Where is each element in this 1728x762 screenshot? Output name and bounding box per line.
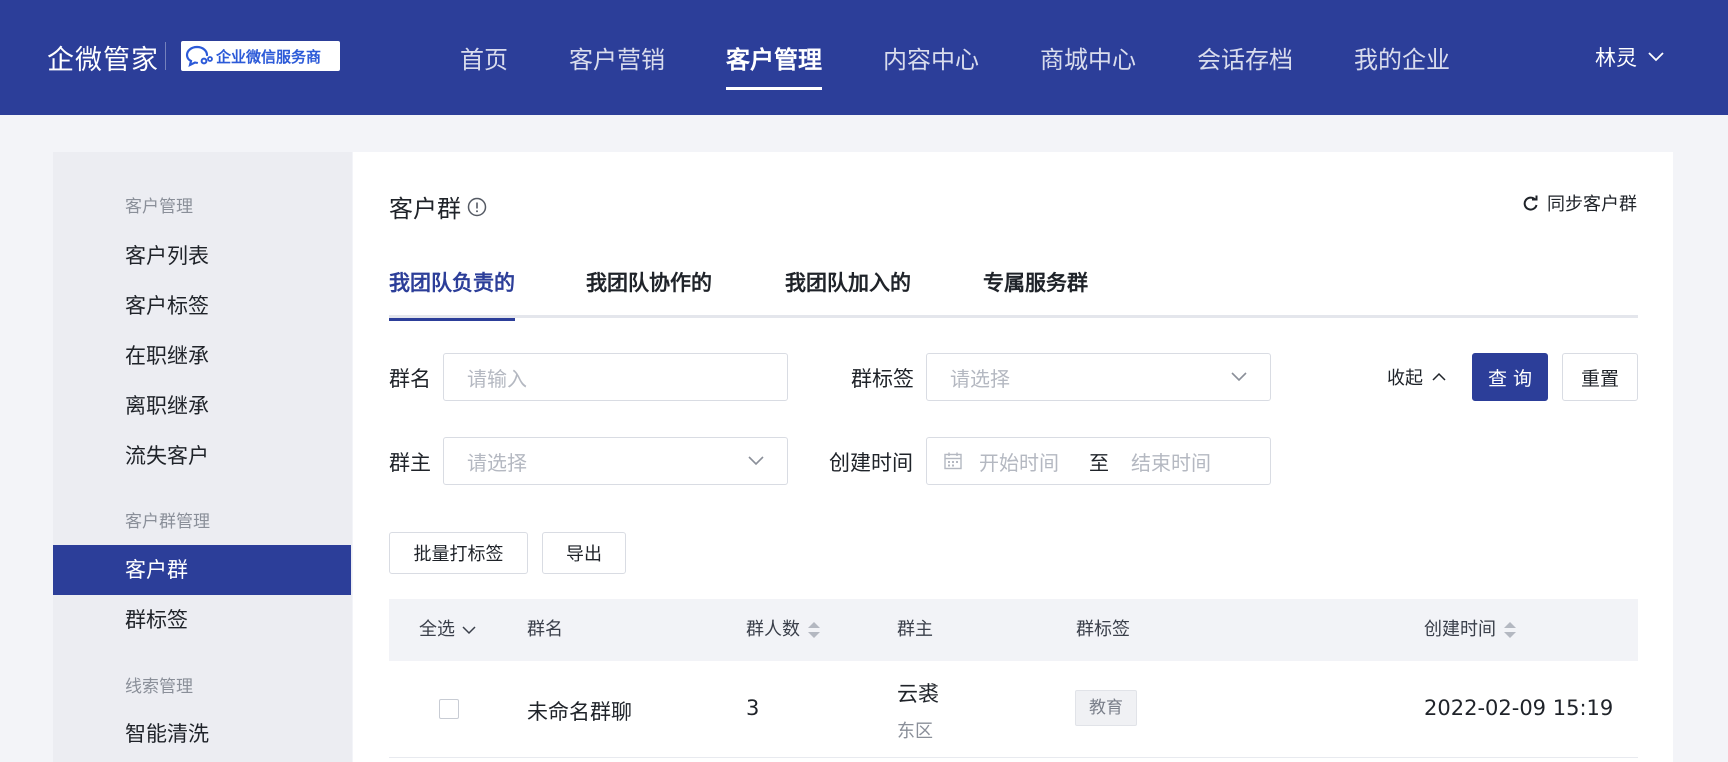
cell-owner: 云裘 — [897, 682, 939, 706]
chevron-down-icon — [462, 626, 476, 635]
collapse-label: 收起 — [1387, 368, 1423, 389]
brand-divider — [165, 42, 166, 70]
refresh-icon — [1523, 195, 1538, 211]
end-time-placeholder[interactable]: 结束时间 — [1131, 447, 1211, 476]
sidebar-group-lead-management: 线索管理 — [125, 677, 193, 697]
nav-marketing[interactable]: 客户营销 — [569, 0, 665, 115]
select-all-label: 全选 — [419, 619, 455, 640]
col-member-count[interactable]: 群人数 — [746, 599, 821, 661]
row-checkbox[interactable] — [439, 699, 459, 719]
export-button[interactable]: 导出 — [542, 532, 626, 574]
nav-home[interactable]: 首页 — [460, 0, 508, 115]
sidebar-group-group-management: 客户群管理 — [125, 512, 210, 532]
table-header: 全选 群名 群人数 群主 群标签 创建时间 — [389, 599, 1638, 661]
sidebar-item-group-tags[interactable]: 群标签 — [53, 595, 351, 645]
sync-groups-label: 同步客户群 — [1547, 194, 1637, 215]
nav-customer-management[interactable]: 客户管理 — [726, 0, 822, 115]
range-separator: 至 — [1089, 450, 1109, 475]
tab-exclusive-service[interactable]: 专属服务群 — [983, 252, 1088, 318]
sidebar-group-customer-management: 客户管理 — [125, 197, 193, 217]
col-group-tags: 群标签 — [1076, 619, 1130, 640]
brand-logo[interactable]: 企微管家 — [47, 38, 159, 77]
sidebar-item-customer-tags[interactable]: 客户标签 — [53, 281, 351, 331]
nav-mall-center[interactable]: 商城中心 — [1040, 0, 1136, 115]
sidebar-item-onjob-transfer[interactable]: 在职继承 — [53, 331, 351, 381]
partner-badge: 企业微信服务商 — [181, 41, 340, 71]
sidebar-item-resigned-transfer[interactable]: 离职继承 — [53, 381, 351, 431]
select-all-dropdown[interactable]: 全选 — [419, 599, 476, 661]
created-time-label: 创建时间 — [829, 451, 913, 475]
tab-team-responsible[interactable]: 我团队负责的 — [389, 252, 515, 321]
tab-team-collaborating[interactable]: 我团队协作的 — [586, 252, 712, 318]
calendar-icon — [944, 452, 962, 470]
owner-select[interactable]: 请选择 — [443, 437, 788, 485]
top-nav-bar: 企微管家 企业微信服务商 首页 客户营销 客户管理 内容中心 商城中心 会话存档… — [0, 0, 1728, 115]
cell-created-time: 2022-02-09 15:19 — [1424, 696, 1614, 720]
sync-groups-button[interactable]: 同步客户群 — [1522, 190, 1637, 216]
table-row[interactable]: 未命名群聊 3 云裘 东区 教育 2022-02-09 15:19 — [389, 661, 1638, 758]
cell-owner-dept: 东区 — [897, 721, 933, 742]
user-menu[interactable]: 林灵 — [1595, 42, 1665, 72]
wechat-work-icon — [185, 45, 213, 68]
page-title-text: 客户群 — [389, 195, 461, 223]
main-nav: 首页 客户营销 客户管理 内容中心 商城中心 会话存档 我的企业 — [460, 0, 1511, 115]
sidebar-item-lost-customers[interactable]: 流失客户 — [53, 431, 351, 481]
sort-icon[interactable] — [1503, 621, 1517, 639]
group-tag-placeholder: 请选择 — [950, 366, 1010, 391]
cell-group-name[interactable]: 未命名群聊 — [527, 696, 632, 726]
query-button[interactable]: 查 询 — [1472, 353, 1548, 401]
group-tag-select[interactable]: 请选择 — [926, 353, 1271, 401]
group-name-placeholder: 请输入 — [467, 366, 527, 391]
sort-icon[interactable] — [807, 621, 821, 639]
collapse-filters-button[interactable]: 收起 — [1387, 364, 1446, 390]
nav-content-center[interactable]: 内容中心 — [883, 0, 979, 115]
col-created-time[interactable]: 创建时间 — [1424, 599, 1517, 661]
col-created-time-label: 创建时间 — [1424, 619, 1496, 640]
chevron-down-icon — [1648, 52, 1664, 62]
group-name-label: 群名 — [389, 367, 431, 391]
main-panel: 客户群 同步客户群 我团队负责的 我团队协作的 我团队加入的 专属服务群 群名 … — [353, 152, 1673, 762]
col-group-name: 群名 — [527, 619, 563, 640]
cell-member-count: 3 — [746, 696, 760, 720]
user-name: 林灵 — [1595, 46, 1637, 70]
chevron-down-icon — [1231, 372, 1247, 382]
partner-badge-label: 企业微信服务商 — [216, 47, 322, 66]
nav-my-company[interactable]: 我的企业 — [1354, 0, 1450, 115]
tab-team-joined[interactable]: 我团队加入的 — [785, 252, 911, 318]
group-tag-badge: 教育 — [1075, 690, 1137, 726]
created-time-range-picker[interactable]: 开始时间 至 结束时间 — [926, 437, 1271, 485]
reset-button[interactable]: 重置 — [1562, 353, 1638, 401]
sidebar-item-smart-cleaning[interactable]: 智能清洗 — [53, 709, 351, 759]
owner-placeholder: 请选择 — [467, 450, 527, 475]
sidebar-item-customer-groups[interactable]: 客户群 — [53, 545, 351, 595]
batch-tag-button[interactable]: 批量打标签 — [389, 532, 528, 574]
chevron-down-icon — [748, 456, 764, 466]
start-time-placeholder[interactable]: 开始时间 — [979, 447, 1059, 476]
page-title: 客户群 — [389, 189, 487, 224]
info-icon[interactable] — [467, 197, 487, 217]
sidebar-item-customer-list[interactable]: 客户列表 — [53, 231, 351, 281]
owner-label: 群主 — [389, 451, 431, 475]
tab-bar: 我团队负责的 我团队协作的 我团队加入的 专属服务群 — [389, 252, 1638, 321]
col-member-count-label: 群人数 — [746, 619, 800, 640]
group-name-input[interactable]: 请输入 — [443, 353, 788, 401]
col-owner: 群主 — [897, 619, 933, 640]
sidebar: 客户管理 客户列表 客户标签 在职继承 离职继承 流失客户 客户群管理 客户群 … — [53, 152, 352, 762]
nav-chat-archive[interactable]: 会话存档 — [1197, 0, 1293, 115]
group-tag-label: 群标签 — [851, 367, 914, 391]
chevron-up-icon — [1432, 372, 1446, 381]
